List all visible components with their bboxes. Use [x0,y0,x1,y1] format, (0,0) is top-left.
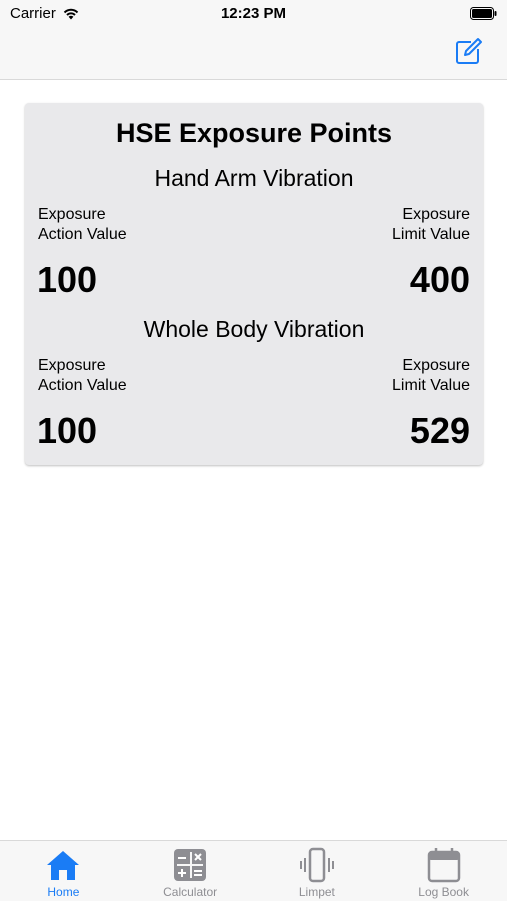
label-line: Exposure [38,357,106,374]
navigation-bar [0,28,507,80]
whole-body-limit-value: 529 [409,410,470,451]
label-line: Limit Value [392,226,470,243]
status-time: 12:23 PM [220,5,287,22]
hand-arm-limit-value: 400 [409,259,470,300]
tab-label-home: Home [47,885,80,899]
whole-body-action-value: 100 [37,410,98,451]
label-line: Exposure [38,206,106,223]
hse-exposure-card: HSE Exposure Points Hand Arm Vibration E… [25,103,483,465]
section-title-hand-arm: Hand Arm Vibration [154,165,354,191]
label-line: Exposure [402,206,470,223]
tab-label-calculator: Calculator [163,885,218,899]
tab-bar: Home Calculator Limpet Log Book [0,840,507,901]
hand-arm-action-value: 100 [37,259,98,300]
label-line: Limit Value [392,377,470,394]
tab-home[interactable]: Home [0,841,127,901]
status-bar: Carrier 12:23 PM [0,0,507,28]
tab-label-limpet: Limpet [298,885,335,899]
section-title-whole-body: Whole Body Vibration [143,316,365,342]
vibration-icon [299,847,334,883]
card-title: HSE Exposure Points [115,118,393,148]
label-line: Action Value [38,377,127,394]
home-icon [47,851,80,880]
label-line: Exposure [402,357,470,374]
tab-label-log-book: Log Book [418,885,469,899]
tab-limpet[interactable]: Limpet [254,841,381,901]
limit-value-label: Exposure Limit Value [392,205,470,245]
calendar-icon [427,848,460,883]
tab-calculator[interactable]: Calculator [127,841,254,901]
compose-icon[interactable] [453,37,483,67]
limit-value-label: Exposure Limit Value [392,356,470,396]
label-line: Action Value [38,226,127,243]
tab-log-book[interactable]: Log Book [380,841,507,901]
calculator-icon [174,849,207,881]
action-value-label: Exposure Action Value [38,356,127,396]
action-value-label: Exposure Action Value [38,205,127,245]
battery-icon [470,7,497,20]
